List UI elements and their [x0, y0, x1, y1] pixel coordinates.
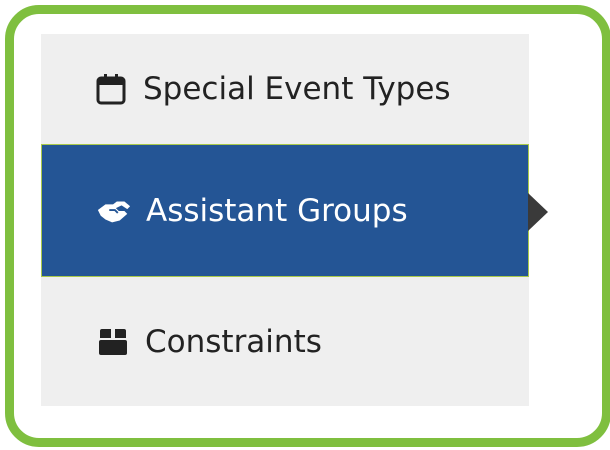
menu-item-constraints[interactable]: Constraints	[41, 277, 529, 406]
handshake-icon	[96, 193, 132, 229]
side-menu: Special Event Types Assistant Groups Con…	[41, 34, 529, 406]
menu-item-label: Special Event Types	[143, 71, 451, 107]
menu-item-assistant-groups[interactable]: Assistant Groups	[41, 144, 529, 277]
menu-item-label: Constraints	[145, 323, 322, 360]
menu-item-label: Assistant Groups	[146, 192, 408, 229]
menu-item-special-event-types[interactable]: Special Event Types	[41, 34, 529, 144]
calendar-icon	[93, 71, 129, 107]
box-icon	[95, 324, 131, 360]
active-pointer-arrow	[528, 193, 548, 231]
